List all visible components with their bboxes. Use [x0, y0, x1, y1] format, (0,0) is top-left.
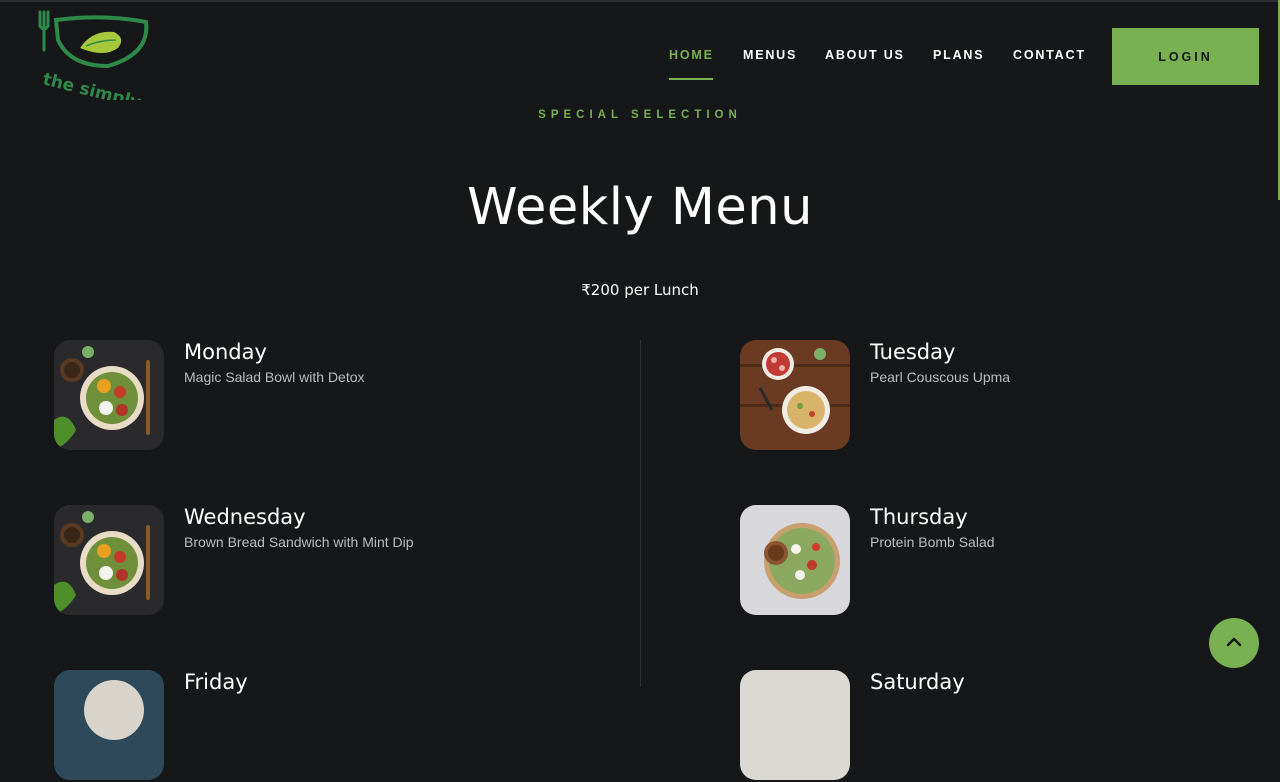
menu-item-tuesday[interactable]: Tuesday Pearl Couscous Upma: [740, 340, 1280, 452]
top-border: [0, 0, 1280, 2]
scroll-to-top-button[interactable]: [1209, 618, 1259, 668]
nav-home[interactable]: HOME: [669, 48, 714, 62]
menu-dish: Brown Bread Sandwich with Mint Dip: [184, 534, 414, 550]
nav-about-us[interactable]: ABOUT US: [825, 48, 905, 62]
menu-dish: Pearl Couscous Upma: [870, 369, 1011, 385]
section-eyebrow: SPECIAL SELECTION: [538, 109, 742, 121]
main-nav: HOME MENUS ABOUT US PLANS CONTACT: [0, 48, 1280, 68]
menu-item-wednesday[interactable]: Wednesday Brown Bread Sandwich with Mint…: [54, 505, 594, 617]
menu-day: Tuesday: [870, 340, 956, 364]
menu-day: Wednesday: [184, 505, 306, 529]
dish-image: [54, 505, 164, 615]
chevron-up-icon: [1224, 632, 1244, 655]
page-title: Weekly Menu: [467, 178, 813, 237]
menu-day: Thursday: [870, 505, 968, 529]
menu-item-thursday[interactable]: Thursday Protein Bomb Salad: [740, 505, 1280, 617]
menu-day: Monday: [184, 340, 267, 364]
price-label: ₹200 per Lunch: [581, 281, 699, 299]
svg-text:the simply salad: the simply salad: [41, 69, 164, 100]
nav-plans[interactable]: PLANS: [933, 48, 984, 62]
nav-active-underline: [669, 78, 713, 80]
menu-dish: Protein Bomb Salad: [870, 534, 995, 550]
nav-menus[interactable]: MENUS: [743, 48, 797, 62]
column-divider: [640, 340, 641, 687]
nav-contact[interactable]: CONTACT: [1013, 48, 1086, 62]
menu-day: Saturday: [870, 670, 965, 694]
dish-image: [54, 340, 164, 450]
dish-image: [740, 340, 850, 450]
dish-image: [740, 505, 850, 615]
menu-item-monday[interactable]: Monday Magic Salad Bowl with Detox: [54, 340, 594, 452]
login-button[interactable]: LOGIN: [1112, 28, 1259, 85]
menu-day: Friday: [184, 670, 248, 694]
menu-dish: Magic Salad Bowl with Detox: [184, 369, 365, 385]
